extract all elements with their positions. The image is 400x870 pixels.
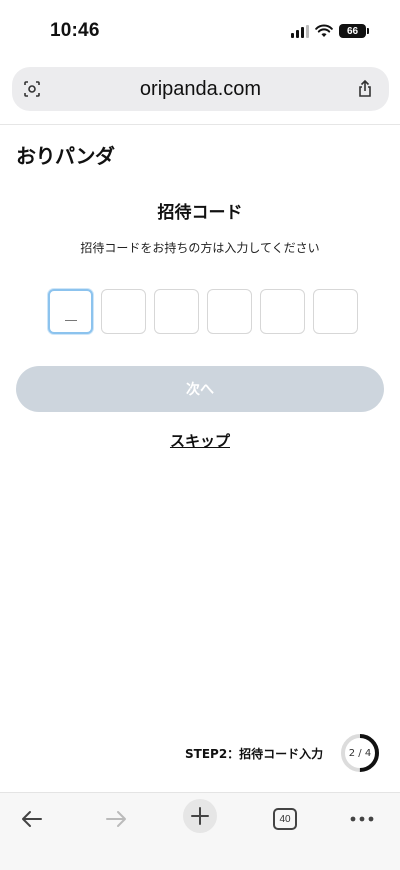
url-text[interactable]: oripanda.com [140, 78, 261, 101]
invite-code-inputs [48, 289, 358, 334]
wifi-icon [315, 24, 333, 37]
code-input-4[interactable] [207, 289, 252, 334]
code-input-2[interactable] [101, 289, 146, 334]
step-progress-text: 2 / 4 [348, 747, 372, 759]
status-time: 10:46 [50, 20, 100, 41]
code-input-3[interactable] [154, 289, 199, 334]
page-title: 招待コード [157, 203, 243, 223]
skip-link-wrapper: スキップ [0, 430, 400, 451]
forward-icon[interactable] [100, 803, 132, 835]
code-input-6[interactable] [313, 289, 358, 334]
tabs-button[interactable]: 40 [269, 803, 301, 835]
divider [0, 124, 400, 125]
status-icons: 66 [291, 24, 369, 38]
step-label: STEP2：招待コード入力 [185, 747, 324, 761]
site-logo[interactable]: おりパンダ [16, 140, 115, 169]
browser-toolbar: 40 [0, 793, 400, 870]
step-progress-ring: 2 / 4 [340, 733, 380, 773]
code-input-5[interactable] [260, 289, 305, 334]
share-icon[interactable] [355, 79, 375, 99]
page-subtitle: 招待コードをお持ちの方は入力してください [80, 241, 320, 255]
code-input-1[interactable] [48, 289, 93, 334]
back-icon[interactable] [16, 803, 48, 835]
next-button[interactable]: 次へ [16, 366, 384, 412]
page-settings-icon[interactable] [22, 79, 42, 99]
new-tab-icon[interactable] [183, 799, 217, 833]
skip-link[interactable]: スキップ [170, 432, 230, 450]
tabs-count: 40 [273, 808, 297, 830]
address-bar[interactable]: oripanda.com [12, 67, 389, 111]
status-bar: 10:46 66 [0, 0, 400, 62]
more-icon[interactable] [346, 803, 378, 835]
signal-icon [291, 24, 309, 38]
input-cursor [65, 320, 77, 321]
battery-icon: 66 [339, 24, 369, 38]
